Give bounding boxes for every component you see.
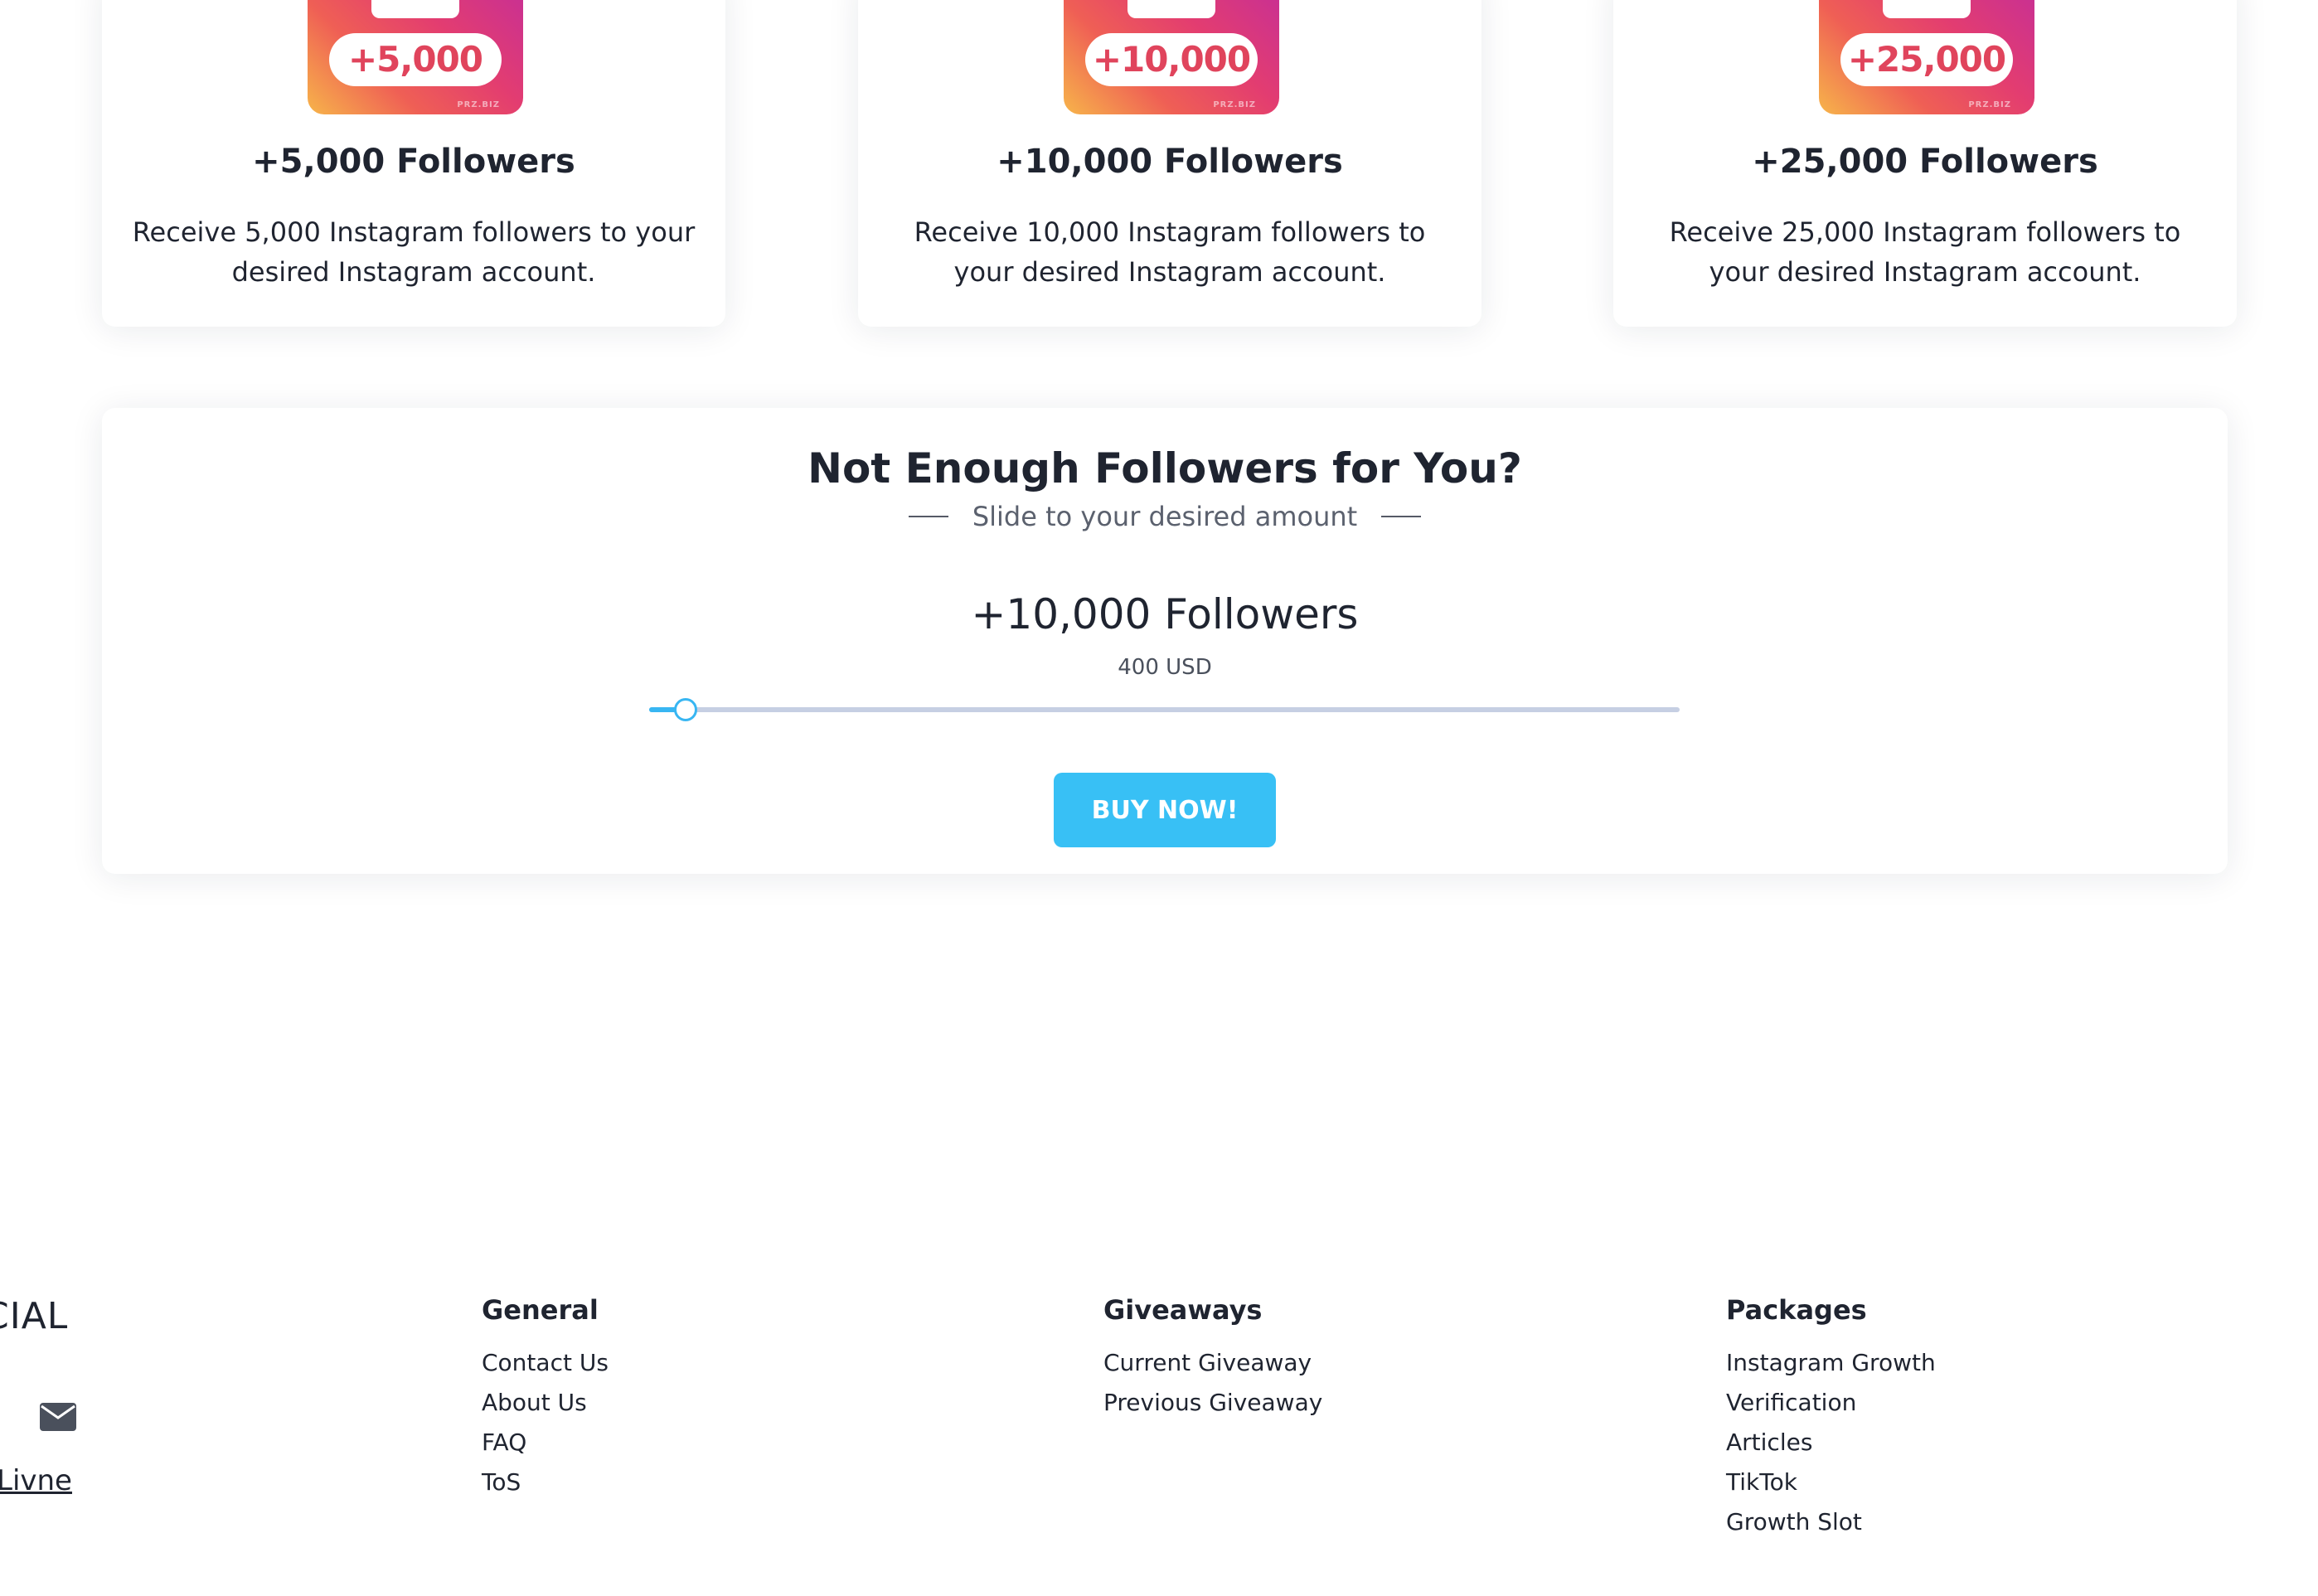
package-card-25000[interactable]: +25,000 PRZ.BIZ +25,000 Followers Receiv… — [1613, 0, 2237, 327]
footer-link-about-us[interactable]: About Us — [482, 1383, 609, 1423]
badge-tab — [1127, 0, 1215, 18]
footer-column-general: General Contact Us About Us FAQ ToS — [482, 1290, 609, 1502]
footer-link-faq[interactable]: FAQ — [482, 1423, 609, 1463]
package-description: Receive 25,000 Instagram followers to yo… — [1669, 216, 2181, 288]
subtitle-dash-left — [908, 516, 948, 517]
package-title: +10,000 Followers — [997, 143, 1343, 181]
footer-column-packages: Packages Instagram Growth Verification A… — [1726, 1290, 1936, 1542]
footer-heading: General — [482, 1294, 599, 1326]
package-description: Receive 10,000 Instagram followers to yo… — [914, 216, 1426, 288]
package-title: +5,000 Followers — [252, 143, 575, 181]
badge-watermark: PRZ.BIZ — [1968, 100, 2011, 109]
package-badge-image: +10,000 PRZ.BIZ — [1064, 0, 1279, 114]
section-title: Not Enough Followers for You? — [807, 444, 1522, 492]
badge-tab — [1883, 0, 1971, 18]
amount-slider-thumb[interactable] — [673, 698, 697, 721]
footer-email-link[interactable]: Livne — [0, 1464, 72, 1497]
footer-link-previous-giveaway[interactable]: Previous Giveaway — [1103, 1383, 1322, 1423]
buy-now-button[interactable]: BUY NOW! — [1054, 773, 1276, 847]
section-subtitle-row: Slide to your desired amount — [102, 501, 2228, 532]
footer-link-tiktok[interactable]: TikTok — [1726, 1463, 1936, 1502]
badge-amount: +5,000 — [329, 33, 502, 86]
footer-link-list: Instagram Growth Verification Articles T… — [1726, 1343, 1936, 1542]
badge-watermark: PRZ.BIZ — [1213, 100, 1256, 109]
package-description: Receive 5,000 Instagram followers to you… — [132, 216, 696, 288]
footer-link-list: Current Giveaway Previous Giveaway — [1103, 1343, 1322, 1423]
badge-amount: +25,000 — [1840, 33, 2013, 86]
amount-slider-track[interactable] — [649, 698, 1680, 721]
footer-column-giveaways: Giveaways Current Giveaway Previous Give… — [1103, 1290, 1322, 1423]
badge-watermark: PRZ.BIZ — [457, 100, 500, 109]
badge-tab — [371, 0, 459, 18]
badge-amount: +10,000 — [1085, 33, 1258, 86]
footer-heading: Packages — [1726, 1294, 1867, 1326]
subtitle-dash-right — [1381, 516, 1422, 517]
footer-link-articles[interactable]: Articles — [1726, 1423, 1936, 1463]
footer-link-growth-slot[interactable]: Growth Slot — [1726, 1502, 1936, 1542]
footer-brand-name: CIAL — [0, 1295, 69, 1337]
selected-amount: +10,000 Followers — [971, 590, 1359, 638]
package-title: +25,000 Followers — [1752, 143, 2098, 181]
footer-link-contact-us[interactable]: Contact Us — [482, 1343, 609, 1383]
footer-link-tos[interactable]: ToS — [482, 1463, 609, 1502]
section-subtitle: Slide to your desired amount — [972, 501, 1358, 532]
footer-link-current-giveaway[interactable]: Current Giveaway — [1103, 1343, 1322, 1383]
envelope-icon[interactable] — [40, 1403, 76, 1431]
footer-link-verification[interactable]: Verification — [1726, 1383, 1936, 1423]
footer-link-instagram-growth[interactable]: Instagram Growth — [1726, 1343, 1936, 1383]
package-card-5000[interactable]: +5,000 PRZ.BIZ +5,000 Followers Receive … — [102, 0, 725, 327]
package-card-10000[interactable]: +10,000 PRZ.BIZ +10,000 Followers Receiv… — [858, 0, 1481, 327]
selected-price: 400 USD — [1118, 655, 1212, 680]
footer-heading: Giveaways — [1103, 1294, 1263, 1326]
custom-amount-section: Not Enough Followers for You? Slide to y… — [102, 408, 2228, 874]
package-badge-image: +25,000 PRZ.BIZ — [1819, 0, 2034, 114]
footer-link-list: Contact Us About Us FAQ ToS — [482, 1343, 609, 1502]
package-badge-image: +5,000 PRZ.BIZ — [308, 0, 523, 114]
